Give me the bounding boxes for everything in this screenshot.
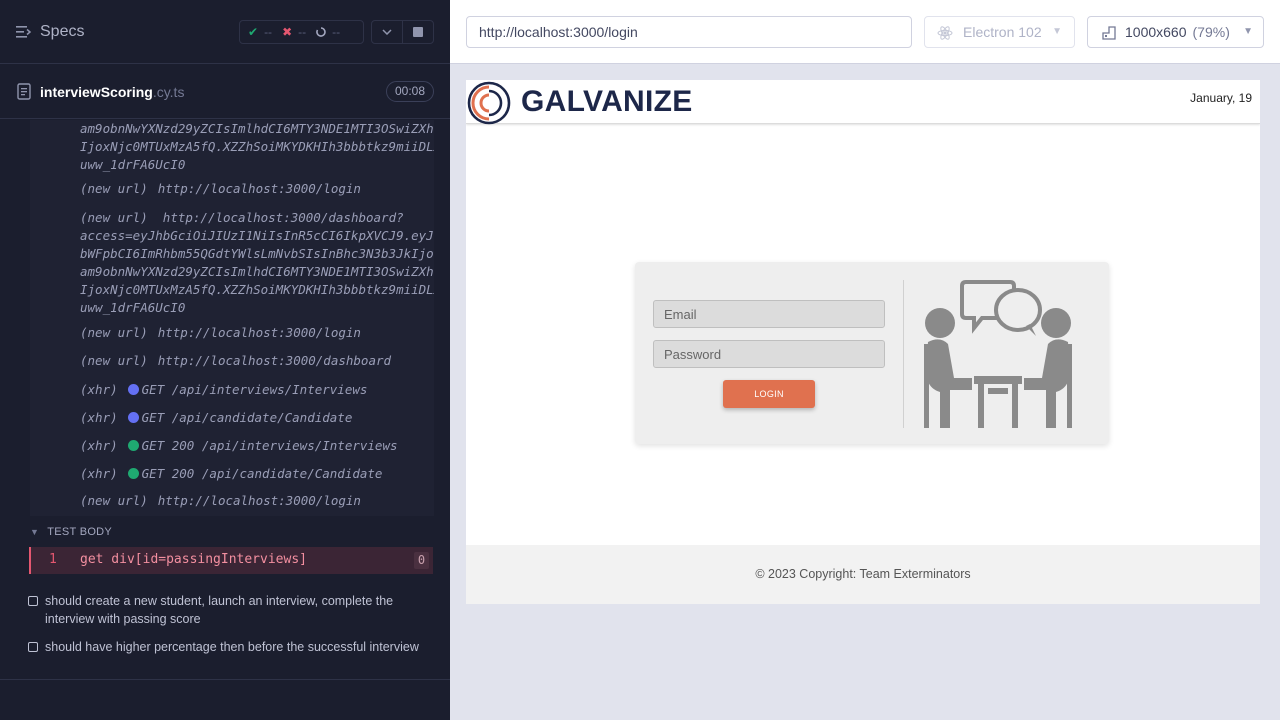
xhr-success-dot	[127, 468, 139, 479]
chevron-down-icon: ▼	[1243, 26, 1253, 37]
password-field[interactable]	[653, 340, 885, 368]
test-body-header[interactable]: ▼ TEST BODY	[30, 526, 112, 538]
spec-file-row[interactable]: interviewScoring.cy.ts 00:08	[0, 65, 450, 119]
test-stats: ✔ -- ✖ -- --	[239, 20, 364, 44]
login-card: LOGIN	[635, 262, 1109, 444]
pending-test-icon	[28, 596, 38, 606]
command-new-url[interactable]: (new url) http://localhost:3000/login	[80, 493, 361, 508]
specs-list-icon[interactable]	[16, 25, 32, 39]
pending-stat: --	[316, 25, 340, 39]
xhr-pending-dot	[127, 412, 139, 423]
xhr-pending-dot	[127, 384, 139, 395]
collapse-button[interactable]	[372, 21, 402, 43]
stop-button[interactable]	[402, 21, 433, 43]
viewport-ruler-icon	[1102, 26, 1116, 40]
card-divider	[903, 280, 904, 428]
viewport-selector[interactable]: 1000x660 (79%) ▼	[1087, 16, 1264, 48]
failed-stat: ✖ --	[282, 25, 306, 39]
command-new-url[interactable]: (new url) http://localhost:3000/dashboard	[80, 353, 391, 368]
electron-icon	[937, 26, 953, 40]
test-item[interactable]: should create a new student, launch an i…	[28, 592, 428, 628]
interview-illustration	[924, 280, 1072, 428]
email-field[interactable]	[653, 300, 885, 328]
command-continuation[interactable]: am9obnNwYXNzd29yZCIsImlhdCI6MTY3NDE1MTI3…	[80, 120, 434, 174]
stop-icon	[413, 27, 424, 37]
spinner-icon	[316, 27, 326, 37]
pending-test-icon	[28, 642, 38, 652]
nav-date: January, 19	[1190, 91, 1252, 105]
chevron-down-icon: ▼	[1052, 26, 1062, 37]
spec-filename: interviewScoring.cy.ts	[40, 84, 184, 100]
spec-duration: 00:08	[386, 81, 434, 102]
xhr-success-dot	[127, 440, 139, 451]
command-xhr[interactable]: (xhr) GET /api/interviews/Interviews	[80, 382, 367, 397]
x-icon: ✖	[282, 25, 293, 39]
command-new-url[interactable]: (new url) http://localhost:3000/dashboar…	[80, 209, 434, 317]
galvanize-logo[interactable]	[466, 80, 512, 126]
aut-toolbar: http://localhost:3000/login Electron 102…	[450, 0, 1280, 64]
passed-count: --	[264, 25, 273, 39]
command-xhr[interactable]: (xhr) GET /api/candidate/Candidate	[80, 410, 352, 425]
chevron-down-icon: ▼	[30, 527, 40, 537]
viewport-size: 1000x660	[1125, 24, 1187, 40]
chevron-down-icon	[382, 29, 392, 35]
command-xhr[interactable]: (xhr) GET 200 /api/candidate/Candidate	[80, 466, 382, 481]
url-bar[interactable]: http://localhost:3000/login	[466, 16, 912, 48]
test-title: should create a new student, launch an i…	[45, 594, 394, 626]
command-new-url[interactable]: (new url) http://localhost:3000/login	[80, 325, 361, 340]
cypress-reporter: Specs ✔ -- ✖ -- -- interviewScoring.cy.t…	[0, 0, 450, 720]
test-title: should have higher percentage then befor…	[45, 640, 419, 654]
file-icon	[17, 83, 31, 100]
app-navbar: GALVANIZE January, 19	[466, 80, 1260, 126]
browser-name: Electron 102	[963, 24, 1042, 40]
pending-count: --	[332, 25, 341, 39]
run-controls	[371, 20, 434, 44]
command-new-url[interactable]: (new url) http://localhost:3000/login	[80, 181, 361, 196]
app-footer: © 2023 Copyright: Team Exterminators	[466, 545, 1260, 604]
passed-stat: ✔ --	[248, 25, 272, 39]
spec-name: interviewScoring	[40, 84, 153, 100]
browser-selector[interactable]: Electron 102 ▼	[924, 16, 1075, 48]
brand-name: GALVANIZE	[521, 85, 693, 118]
app-under-test-panel: http://localhost:3000/login Electron 102…	[450, 0, 1280, 720]
command-text: get div[id=passingInterviews]	[80, 552, 307, 567]
reporter-header: Specs ✔ -- ✖ -- --	[0, 0, 450, 64]
spec-extension: .cy.ts	[152, 84, 185, 100]
login-button[interactable]: LOGIN	[723, 380, 815, 408]
element-count-badge: 0	[414, 552, 429, 569]
divider	[0, 679, 450, 680]
viewport-scale: (79%)	[1192, 24, 1230, 40]
failed-count: --	[298, 25, 307, 39]
command-log: am9obnNwYXNzd29yZCIsImlhdCI6MTY3NDE1MTI3…	[30, 120, 434, 516]
command-xhr[interactable]: (xhr) GET 200 /api/interviews/Interviews	[80, 438, 398, 453]
failed-get-command[interactable]: 1 get div[id=passingInterviews] 0	[29, 547, 433, 574]
test-item[interactable]: should have higher percentage then befor…	[28, 638, 428, 656]
specs-title[interactable]: Specs	[40, 23, 84, 41]
aut-iframe: GALVANIZE January, 19 LOGIN	[466, 80, 1260, 604]
command-number: 1	[49, 552, 57, 567]
check-icon: ✔	[248, 25, 259, 39]
